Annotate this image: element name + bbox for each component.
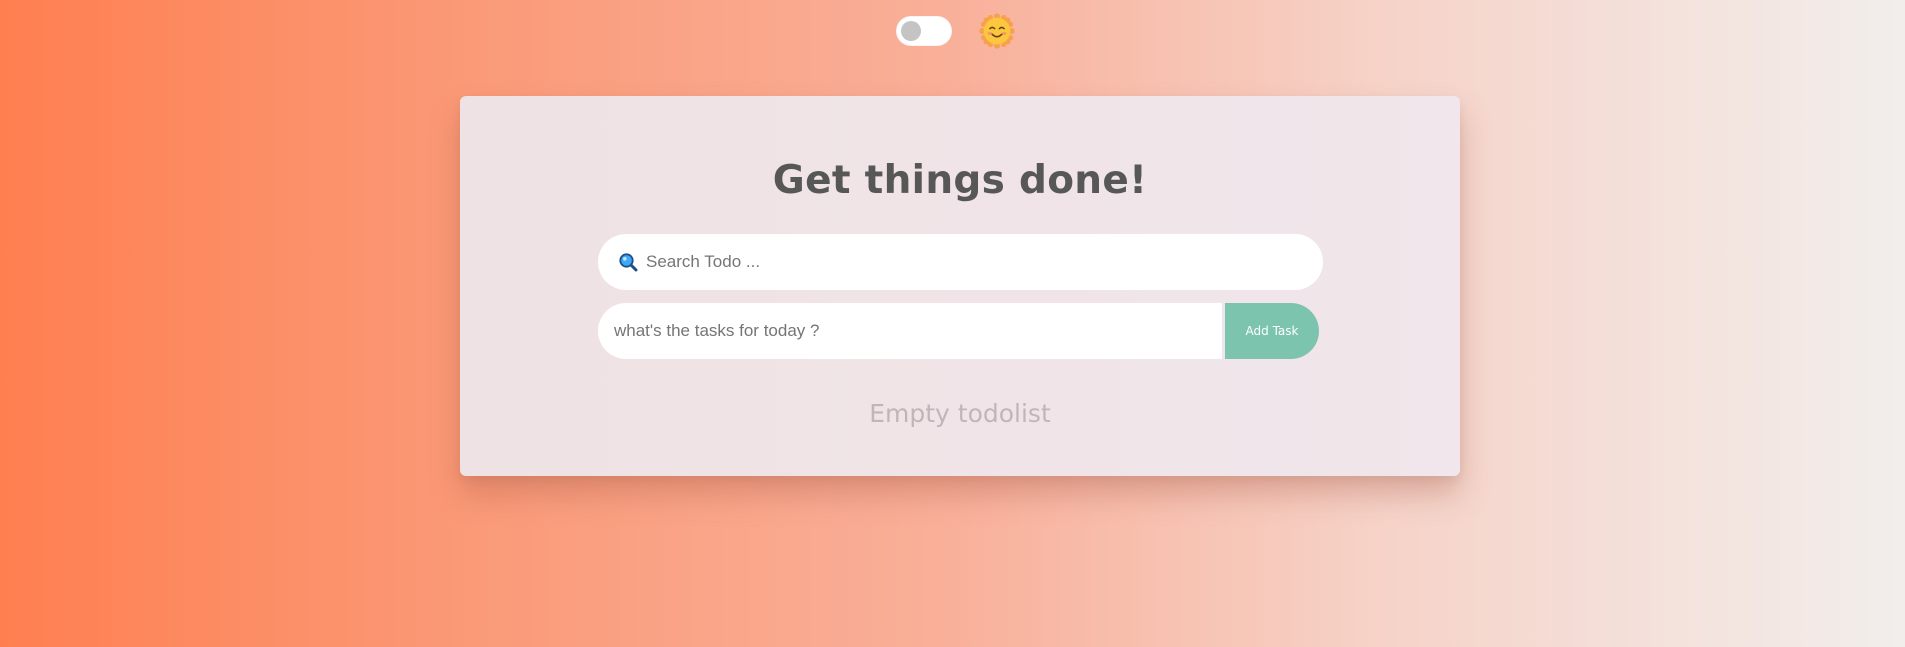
add-task-button[interactable]: Add Task (1225, 303, 1319, 359)
top-controls (896, 12, 1016, 50)
page-title: Get things done! (772, 158, 1148, 203)
magnifier-icon (619, 253, 638, 272)
smiling-sun-icon (979, 13, 1015, 49)
add-task-row: Add Task (598, 303, 1321, 359)
task-input[interactable] (598, 303, 1222, 359)
theme-toggle[interactable] (896, 16, 952, 46)
empty-list-message: Empty todolist (869, 399, 1051, 428)
toggle-knob (901, 21, 921, 41)
search-input[interactable] (644, 233, 1323, 291)
todo-card: Get things done! Add Task Empty todolist (460, 96, 1460, 476)
search-box[interactable] (598, 233, 1323, 291)
